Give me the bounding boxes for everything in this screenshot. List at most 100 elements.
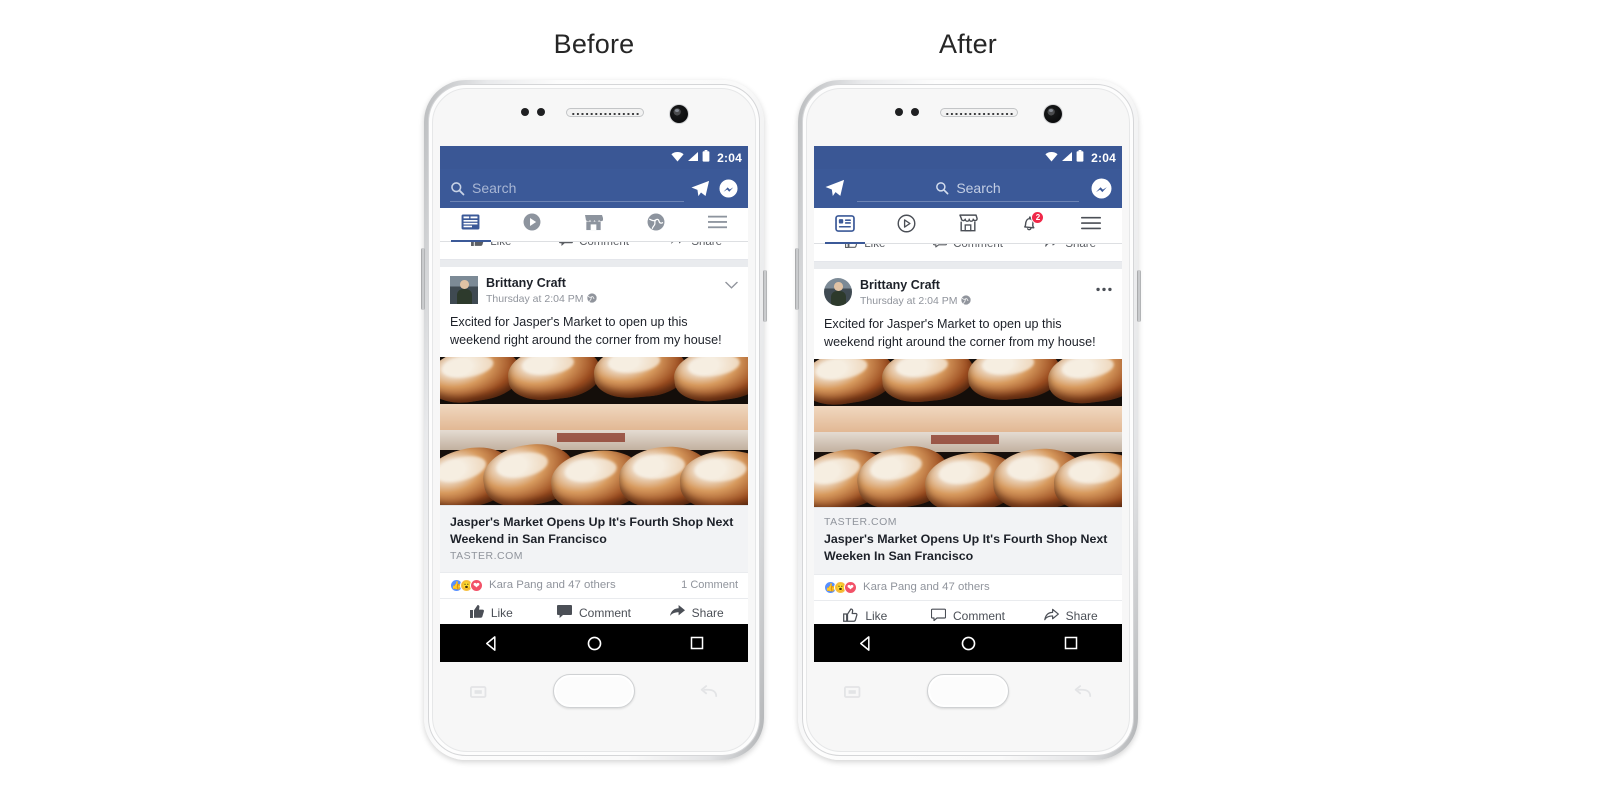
reaction-summary[interactable]: 👍 😮 ❤ Kara Pang and 47 others (824, 580, 990, 594)
sidebar-item-marketplace[interactable] (937, 208, 999, 243)
post-meta: Brittany Craft Thursday at 2:04 PM (486, 276, 717, 306)
comment-count[interactable]: 1 Comment (681, 579, 738, 591)
earpiece-speaker-icon (940, 108, 1018, 117)
feed-separator (814, 262, 1122, 269)
like-action-partial[interactable]: Like (440, 242, 543, 249)
phone-mockup-after: 2:04 Search 2 Brittany Craft Thursday at… (795, 80, 1141, 760)
messenger-icon[interactable] (1091, 178, 1112, 199)
share-action-partial[interactable]: Share (645, 242, 748, 249)
post-author-name[interactable]: Brittany Craft (860, 278, 1088, 294)
home-button[interactable] (927, 674, 1009, 708)
caption-after: After (938, 29, 998, 59)
android-navigation-bar-after (814, 624, 1122, 662)
reaction-summary-row-before: 👍 😮 ❤ Kara Pang and 47 others 1 Comment (440, 571, 748, 598)
messenger-send-icon[interactable] (690, 179, 710, 199)
back-soft-key[interactable] (698, 684, 718, 705)
link-title: Jasper's Market Opens Up It's Fourth Sho… (450, 515, 734, 546)
home-circle-icon[interactable] (960, 635, 977, 652)
thumbs-up-outline-icon (843, 608, 858, 624)
comment-button[interactable]: Comment (543, 605, 646, 621)
power-button[interactable] (763, 270, 767, 322)
sidebar-item-watch[interactable] (876, 208, 938, 243)
sidebar-item-notifications[interactable]: 2 (999, 208, 1061, 243)
facebook-top-bar-after: Search (814, 169, 1122, 208)
comment-filled-icon (557, 605, 572, 621)
partial-action-row-before: Like Comment Share (440, 242, 748, 260)
post-body-text: Excited for Jasper's Market to open up t… (450, 314, 722, 347)
phone-screen-after: 2:04 Search 2 Brittany Craft Thursday at… (814, 146, 1122, 624)
post-body-text: Excited for Jasper's Market to open up t… (824, 316, 1096, 349)
share-action-partial[interactable]: Share (1019, 244, 1122, 251)
front-camera-icon (1044, 105, 1062, 123)
comment-filled-icon (559, 242, 574, 249)
volume-button[interactable] (795, 248, 799, 310)
wifi-icon (671, 149, 684, 167)
reaction-summary[interactable]: 👍 😮 ❤ Kara Pang and 47 others (450, 578, 616, 592)
partial-action-row-after: Like Comment Share (814, 244, 1122, 262)
comment-outline-icon (930, 608, 947, 624)
news-feed-outline-icon (834, 214, 855, 237)
avatar[interactable] (824, 278, 852, 306)
messenger-send-icon[interactable] (824, 178, 845, 199)
recents-square-icon[interactable] (1063, 635, 1079, 651)
recents-soft-key[interactable] (844, 684, 864, 705)
search-placeholder: Search (472, 180, 517, 196)
share-button-label: Share (1065, 609, 1098, 624)
power-button[interactable] (1137, 270, 1141, 322)
link-preview-image[interactable] (814, 359, 1122, 508)
post-action-row-after: Like Comment Share (814, 599, 1122, 624)
sidebar-item-menu[interactable] (686, 208, 748, 241)
like-action-partial-label: Like (864, 244, 885, 250)
share-button[interactable]: Share (645, 605, 748, 621)
back-triangle-icon[interactable] (857, 635, 874, 652)
sidebar-item-menu[interactable] (1060, 208, 1122, 243)
like-button[interactable]: Like (440, 605, 543, 621)
feed-separator (440, 260, 748, 267)
android-status-bar: 2:04 (814, 146, 1122, 169)
chevron-down-icon[interactable] (725, 276, 738, 292)
link-attachment-after[interactable]: TASTER.COM Jasper's Market Opens Up It's… (814, 507, 1122, 574)
link-preview-image[interactable] (440, 357, 748, 506)
notification-badge: 2 (1031, 211, 1045, 224)
link-attachment-before[interactable]: Jasper's Market Opens Up It's Fourth Sho… (440, 505, 748, 572)
ellipsis-horizontal-icon[interactable] (1096, 278, 1112, 294)
news-feed-icon (461, 214, 480, 235)
battery-icon (702, 149, 710, 167)
search-input[interactable]: Search (450, 176, 684, 202)
status-icons (671, 149, 710, 167)
messenger-icon[interactable] (719, 179, 738, 198)
sidebar-item-globe[interactable] (625, 208, 687, 241)
sidebar-item-marketplace[interactable] (563, 208, 625, 241)
comment-outline-icon (933, 244, 948, 251)
avatar[interactable] (450, 276, 478, 304)
sidebar-item-news-feed[interactable] (440, 208, 502, 242)
thumbs-up-filled-icon (469, 605, 484, 621)
search-input[interactable]: Search (857, 176, 1079, 202)
like-button[interactable]: Like (814, 608, 917, 624)
comment-button[interactable]: Comment (917, 608, 1020, 624)
comment-action-partial[interactable]: Comment (917, 244, 1020, 251)
proximity-sensor-icon (521, 108, 529, 116)
home-circle-icon[interactable] (586, 635, 603, 652)
facebook-top-bar-before: Search (440, 169, 748, 208)
sidebar-item-news-feed[interactable] (814, 208, 876, 244)
play-circle-icon (523, 213, 541, 236)
wifi-icon (1045, 149, 1058, 167)
like-button-label: Like (865, 609, 888, 624)
tab-strip-before (440, 208, 748, 242)
like-action-partial[interactable]: Like (814, 244, 917, 251)
back-triangle-icon[interactable] (483, 635, 500, 652)
share-button-label: Share (691, 606, 724, 621)
home-button[interactable] (553, 674, 635, 708)
post-author-name[interactable]: Brittany Craft (486, 276, 717, 292)
share-button[interactable]: Share (1019, 608, 1122, 624)
phone-screen-before: 2:04 Search Brittany Craft Thursday at 2… (440, 146, 748, 624)
phone-mockup-before: 2:04 Search Brittany Craft Thursday at 2… (421, 80, 767, 760)
volume-button[interactable] (421, 248, 425, 310)
recents-soft-key[interactable] (470, 684, 490, 705)
sidebar-item-watch[interactable] (502, 208, 564, 241)
comment-action-partial-label: Comment (579, 242, 629, 248)
back-soft-key[interactable] (1072, 684, 1092, 705)
comment-action-partial[interactable]: Comment (543, 242, 646, 249)
recents-square-icon[interactable] (689, 635, 705, 651)
